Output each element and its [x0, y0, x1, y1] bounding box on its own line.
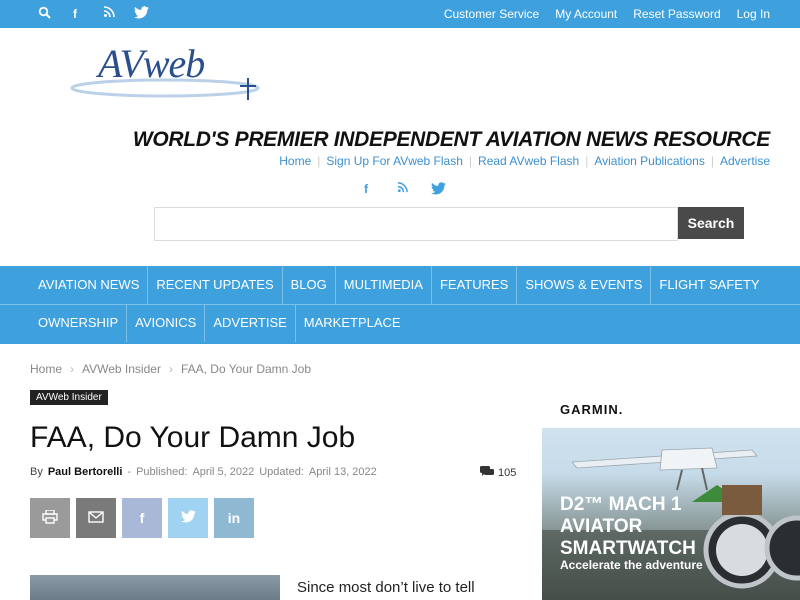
chevron-right-icon: ›: [168, 362, 173, 376]
updated-date: April 13, 2022: [308, 466, 377, 478]
linkedin-icon: in: [227, 510, 241, 526]
print-button[interactable]: [30, 498, 70, 538]
article-title: FAA, Do Your Damn Job: [30, 421, 356, 454]
site-tagline: WORLD'S PREMIER INDEPENDENT AVIATION NEW…: [132, 128, 770, 151]
top-links: Customer Service My Account Reset Passwo…: [444, 0, 770, 28]
comment-icon: [480, 466, 494, 480]
twitter-icon[interactable]: [430, 182, 446, 198]
divider: |: [317, 154, 321, 168]
comment-count[interactable]: 105: [480, 466, 516, 480]
facebook-share-button[interactable]: f: [122, 498, 162, 538]
linkedin-share-button[interactable]: in: [214, 498, 254, 538]
logo-text: AVweb: [98, 41, 205, 86]
breadcrumb-category[interactable]: AVWeb Insider: [82, 362, 161, 376]
email-button[interactable]: [76, 498, 116, 538]
meta-dash: -: [127, 466, 132, 478]
article-body: Since most don’t live to tell: [297, 579, 475, 596]
email-icon: [88, 510, 104, 526]
facebook-icon[interactable]: f: [358, 182, 374, 198]
breadcrumb-home[interactable]: Home: [30, 362, 62, 376]
login-link[interactable]: Log In: [737, 7, 770, 21]
twitter-share-button[interactable]: [168, 498, 208, 538]
published-date: April 5, 2022: [192, 466, 255, 478]
nav-ownership[interactable]: OWNERSHIP: [30, 304, 128, 342]
divider: |: [710, 154, 714, 168]
article-image: [30, 575, 280, 600]
ad-subheadline: Accelerate the adventure: [560, 558, 703, 572]
main-nav: AVIATION NEWS RECENT UPDATES BLOG MULTIM…: [0, 266, 800, 344]
nav-flight-safety[interactable]: FLIGHT SAFETY: [651, 266, 767, 304]
nav-aviation-news[interactable]: AVIATION NEWS: [30, 266, 149, 304]
nav-row-2: OWNERSHIP AVIONICS ADVERTISE MARKETPLACE: [30, 304, 409, 342]
rss-icon[interactable]: [394, 182, 410, 198]
secondary-nav: Home | Sign Up For AVweb Flash | Read AVwe…: [279, 154, 770, 168]
nav-features[interactable]: FEATURES: [432, 266, 518, 304]
print-icon: [42, 508, 58, 527]
advertisement-banner[interactable]: GARMIN. D2™ MACH 1 AVIATOR SMARTWATCH Ac…: [542, 390, 800, 600]
author-link[interactable]: Paul Bertorelli: [48, 466, 123, 478]
nav-shows-events[interactable]: SHOWS & EVENTS: [517, 266, 652, 304]
divider: |: [585, 154, 589, 168]
twitter-icon[interactable]: [133, 6, 149, 22]
customer-service-link[interactable]: Customer Service: [444, 7, 539, 21]
nav-recent-updates[interactable]: RECENT UPDATES: [148, 266, 283, 304]
nav-row-1: AVIATION NEWS RECENT UPDATES BLOG MULTIM…: [30, 266, 768, 304]
breadcrumb-current: FAA, Do Your Damn Job: [180, 362, 312, 376]
twitter-icon: [180, 510, 196, 526]
by-label: By: [30, 466, 43, 478]
search-button[interactable]: Search: [678, 207, 744, 239]
my-account-link[interactable]: My Account: [555, 7, 617, 21]
nav-avionics[interactable]: AVIONICS: [127, 304, 206, 342]
divider: |: [468, 154, 473, 168]
ad-headline: D2™ MACH 1 AVIATOR SMARTWATCH: [560, 494, 696, 559]
avweb-logo[interactable]: AVweb: [70, 40, 270, 105]
published-label: Published:: [136, 466, 188, 478]
advertise-link[interactable]: Advertise: [720, 154, 770, 168]
home-link[interactable]: Home: [279, 154, 311, 168]
rss-icon[interactable]: [101, 6, 117, 22]
search-icon[interactable]: [37, 6, 53, 22]
facebook-icon: f: [139, 510, 145, 526]
nav-multimedia[interactable]: MULTIMEDIA: [336, 266, 432, 304]
read-flash-link[interactable]: Read AVweb Flash: [478, 154, 579, 168]
article-meta: By Paul Bertorelli - Published: April 5,…: [30, 466, 377, 478]
category-badge[interactable]: AVWeb Insider: [30, 390, 108, 405]
reset-password-link[interactable]: Reset Password: [633, 7, 720, 21]
nav-marketplace[interactable]: MARKETPLACE: [296, 304, 409, 342]
aviation-publications-link[interactable]: Aviation Publications: [594, 154, 705, 168]
breadcrumb: Home › AVWeb Insider › FAA, Do Your Damn…: [30, 362, 311, 376]
social-links: f: [358, 182, 446, 198]
facebook-icon[interactable]: f: [67, 6, 83, 22]
nav-blog[interactable]: BLOG: [283, 266, 336, 304]
updated-label: Updated:: [259, 466, 304, 478]
chevron-right-icon: ›: [70, 362, 75, 376]
nav-advertise[interactable]: ADVERTISE: [205, 304, 296, 342]
top-bar: f Customer Service My Account Reset Pass…: [0, 0, 800, 28]
signup-flash-link[interactable]: Sign Up For AVweb Flash: [326, 154, 463, 168]
comment-count-value: 105: [498, 467, 517, 479]
search-input[interactable]: [154, 207, 678, 241]
